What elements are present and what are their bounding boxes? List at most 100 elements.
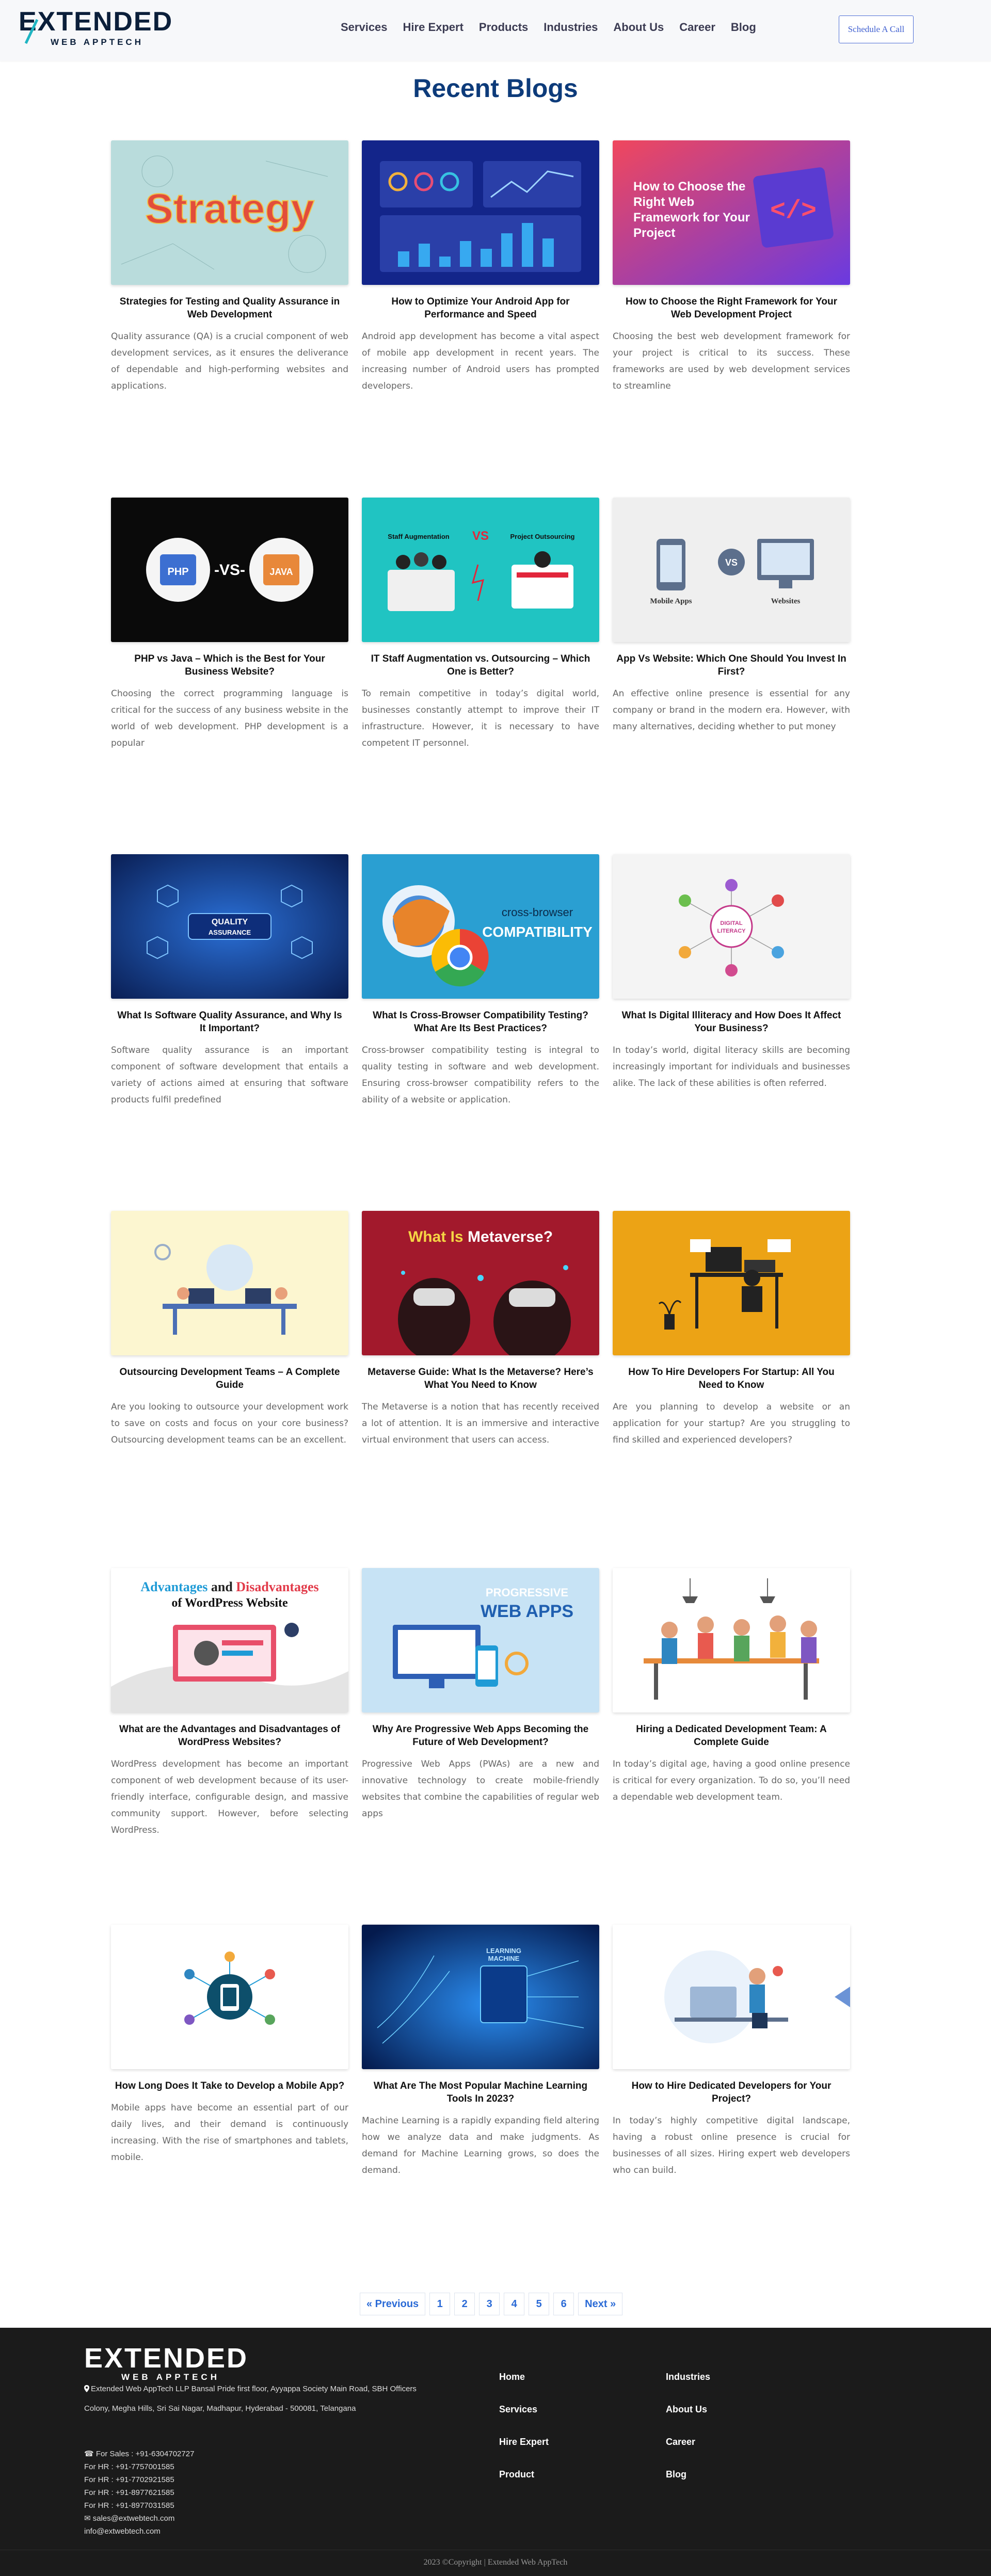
blog-thumbnail[interactable]	[613, 1925, 850, 2069]
footer-link-product[interactable]: Product	[499, 2469, 549, 2480]
blog-title[interactable]: What Is Cross-Browser Compatibility Test…	[362, 1009, 599, 1035]
blog-card[interactable]: How To Hire Developers For Startup: All …	[613, 1211, 850, 1448]
blog-excerpt: An effective online presence is essentia…	[613, 689, 850, 732]
blog-title[interactable]: Hiring a Dedicated Development Team: A C…	[613, 1723, 850, 1749]
footer-contact-hr[interactable]: For HR : +91-7702921585	[84, 2473, 194, 2486]
blog-title[interactable]: How To Hire Developers For Startup: All …	[613, 1366, 850, 1391]
blog-thumbnail[interactable]: </> How to Choose the Right Web Framewor…	[613, 140, 850, 285]
nav-about-us[interactable]: About Us	[613, 21, 664, 34]
blog-card[interactable]: Strategy Strategies for Testing and Qual…	[111, 140, 348, 394]
pagination-page-2[interactable]: 2	[454, 2293, 475, 2315]
blog-title[interactable]: Outsourcing Development Teams – A Comple…	[111, 1366, 348, 1391]
pagination-previous[interactable]: « Previous	[360, 2293, 426, 2315]
footer-link-industries[interactable]: Industries	[666, 2372, 710, 2382]
blog-thumbnail[interactable]: DIGITAL LITERACY	[613, 854, 850, 999]
pagination-page-6[interactable]: 6	[553, 2293, 574, 2315]
blog-title[interactable]: How to Hire Dedicated Developers for You…	[613, 2079, 850, 2105]
blog-card[interactable]: Outsourcing Development Teams – A Comple…	[111, 1211, 348, 1448]
blog-thumbnail[interactable]: PROGRESSIVE WEB APPS	[362, 1568, 599, 1713]
footer-contact-hr[interactable]: For HR : +91-8977031585	[84, 2499, 194, 2512]
footer-link-blog[interactable]: Blog	[666, 2469, 710, 2480]
footer-logo[interactable]: EXTENDED WEB APPTECH	[84, 2342, 249, 2382]
blog-card[interactable]: PHP -VS- JAVA PHP vs Java – Which is the…	[111, 498, 348, 751]
footer-contact-sales[interactable]: ☎ For Sales : +91-6304702727	[84, 2447, 194, 2460]
blog-thumbnail[interactable]	[111, 1925, 348, 2069]
pagination-page-3[interactable]: 3	[479, 2293, 500, 2315]
blog-title[interactable]: IT Staff Augmentation vs. Outsourcing – …	[362, 652, 599, 678]
footer-link-about-us[interactable]: About Us	[666, 2404, 710, 2415]
blog-card[interactable]: Staff Augmentation VS Project Outsourcin…	[362, 498, 599, 751]
nav-industries[interactable]: Industries	[544, 21, 598, 34]
blog-title[interactable]: What Is Digital Illiteracy and How Does …	[613, 1009, 850, 1035]
blog-card[interactable]: DIGITAL LITERACY What Is Digital Illiter…	[613, 854, 850, 1092]
blog-thumbnail[interactable]	[613, 1568, 850, 1713]
svg-text:ASSURANCE: ASSURANCE	[209, 929, 251, 936]
blog-thumbnail[interactable]	[613, 1211, 850, 1355]
blog-title[interactable]: Strategies for Testing and Quality Assur…	[111, 295, 348, 321]
footer-address-text: Extended Web AppTech LLP Bansal Pride fi…	[84, 2385, 417, 2413]
svg-text:JAVA: JAVA	[269, 567, 293, 577]
blog-title[interactable]: What Are The Most Popular Machine Learni…	[362, 2079, 599, 2105]
blog-title[interactable]: What are the Advantages and Disadvantage…	[111, 1723, 348, 1749]
blog-title[interactable]: How to Optimize Your Android App for Per…	[362, 295, 599, 321]
nav-services[interactable]: Services	[341, 21, 388, 34]
blog-excerpt: Cross-browser compatibility testing is i…	[362, 1045, 599, 1105]
blog-card[interactable]: cross-browser COMPATIBILITY What Is Cros…	[362, 854, 599, 1108]
blog-title[interactable]: How Long Does It Take to Develop a Mobil…	[111, 2079, 348, 2092]
blog-card[interactable]: PROGRESSIVE WEB APPS Why Are Progressive…	[362, 1568, 599, 1822]
footer-link-hire-expert[interactable]: Hire Expert	[499, 2437, 549, 2447]
blog-title[interactable]: Why Are Progressive Web Apps Becoming th…	[362, 1723, 599, 1749]
blog-card[interactable]: Hiring a Dedicated Development Team: A C…	[613, 1568, 850, 1805]
blog-thumbnail[interactable]: Strategy	[111, 140, 348, 285]
pagination-page-1[interactable]: 1	[429, 2293, 451, 2315]
blog-card[interactable]: VS Mobile Apps Websites App Vs Website: …	[613, 498, 850, 735]
blog-thumbnail[interactable]: What Is Metaverse?	[362, 1211, 599, 1355]
blog-thumbnail[interactable]: QUALITY ASSURANCE	[111, 854, 348, 999]
location-pin-icon	[84, 2380, 89, 2392]
page-title: Recent Blogs	[413, 74, 578, 103]
blog-card[interactable]: How Long Does It Take to Develop a Mobil…	[111, 1925, 348, 2166]
blog-title[interactable]: App Vs Website: Which One Should You Inv…	[613, 652, 850, 678]
blog-excerpt: WordPress development has become an impo…	[111, 1759, 348, 1835]
blog-card[interactable]: How to Hire Dedicated Developers for You…	[613, 1925, 850, 2179]
schedule-call-button[interactable]: Schedule A Call	[839, 15, 914, 43]
main-nav: Services Hire Expert Products Industries…	[341, 21, 772, 34]
blog-thumbnail[interactable]: MACHINE LEARNING	[362, 1925, 599, 2069]
footer-email-info[interactable]: info@extwebtech.com	[84, 2525, 194, 2538]
site-logo[interactable]: EXTENDED WEB APPTECH	[19, 5, 172, 47]
blog-excerpt: Software quality assurance is an importa…	[111, 1045, 348, 1105]
blog-card[interactable]: </> How to Choose the Right Web Framewor…	[613, 140, 850, 394]
footer-email-sales[interactable]: ✉ sales@extwebtech.com	[84, 2512, 194, 2525]
blog-thumbnail[interactable]: Staff Augmentation VS Project Outsourcin…	[362, 498, 599, 642]
blog-title[interactable]: How to Choose the Right Framework for Yo…	[613, 295, 850, 321]
logo-wordmark: EXTENDED	[19, 7, 173, 37]
pagination-page-4[interactable]: 4	[504, 2293, 525, 2315]
blog-thumbnail[interactable]: PHP -VS- JAVA	[111, 498, 348, 642]
blog-card[interactable]: How to Optimize Your Android App for Per…	[362, 140, 599, 394]
blog-card[interactable]: Advantages and Disadvantages of WordPres…	[111, 1568, 348, 1838]
pagination-page-5[interactable]: 5	[529, 2293, 550, 2315]
footer-contact-hr[interactable]: For HR : +91-8977621585	[84, 2486, 194, 2499]
footer-contact-hr[interactable]: For HR : +91-7757001585	[84, 2460, 194, 2473]
blog-thumbnail[interactable]: VS Mobile Apps Websites	[613, 498, 850, 642]
blog-title[interactable]: PHP vs Java – Which is the Best for Your…	[111, 652, 348, 678]
blog-card[interactable]: What Is Metaverse? Metaverse Guide: What…	[362, 1211, 599, 1448]
footer-link-services[interactable]: Services	[499, 2404, 549, 2415]
blog-card[interactable]: MACHINE LEARNING What Are The Most Popul…	[362, 1925, 599, 2179]
blog-thumbnail[interactable]: Advantages and Disadvantages of WordPres…	[111, 1568, 348, 1713]
nav-career[interactable]: Career	[679, 21, 715, 34]
footer-link-career[interactable]: Career	[666, 2437, 710, 2447]
blog-thumbnail[interactable]	[362, 140, 599, 285]
nav-hire-expert[interactable]: Hire Expert	[403, 21, 463, 34]
footer-link-home[interactable]: Home	[499, 2372, 549, 2382]
blog-card[interactable]: QUALITY ASSURANCE What Is Software Quali…	[111, 854, 348, 1108]
pagination-next[interactable]: Next »	[578, 2293, 623, 2315]
nav-products[interactable]: Products	[479, 21, 528, 34]
svg-text:PROGRESSIVE: PROGRESSIVE	[486, 1586, 568, 1599]
blog-excerpt: Choosing the best web development framew…	[613, 331, 850, 391]
nav-blog[interactable]: Blog	[731, 21, 756, 34]
blog-thumbnail[interactable]	[111, 1211, 348, 1355]
blog-thumbnail[interactable]: cross-browser COMPATIBILITY	[362, 854, 599, 999]
blog-title[interactable]: Metaverse Guide: What Is the Metaverse? …	[362, 1366, 599, 1391]
blog-title[interactable]: What Is Software Quality Assurance, and …	[111, 1009, 348, 1035]
